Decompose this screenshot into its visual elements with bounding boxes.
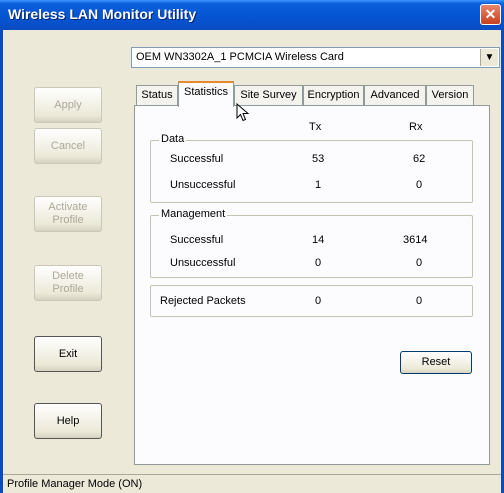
delete-profile-button[interactable]: Delete Profile xyxy=(34,265,102,301)
data-successful-rx: 62 xyxy=(413,153,426,165)
data-successful-label: Successful xyxy=(170,153,224,165)
management-unsuccessful-tx: 0 xyxy=(315,257,322,269)
tab-site-survey[interactable]: Site Survey xyxy=(234,85,303,105)
rejected-packets-tx: 0 xyxy=(315,295,322,307)
data-unsuccessful-tx: 1 xyxy=(315,179,322,191)
data-successful-tx: 53 xyxy=(312,153,325,165)
cancel-button[interactable]: Cancel xyxy=(34,128,102,164)
window-title: Wireless LAN Monitor Utility xyxy=(8,6,197,22)
management-unsuccessful-rx: 0 xyxy=(416,257,423,269)
data-group: Data xyxy=(150,133,473,203)
help-button[interactable]: Help xyxy=(34,403,102,439)
data-unsuccessful-rx: 0 xyxy=(416,179,423,191)
reset-button-label: Reset xyxy=(421,356,451,368)
title-bar: Wireless LAN Monitor Utility ✕ xyxy=(0,0,504,30)
mouse-pointer-icon xyxy=(236,103,250,122)
adapter-select[interactable]: OEM WN3302A_1 PCMCIA Wireless Card ▼ xyxy=(131,47,500,68)
activate-profile-button[interactable]: Activate Profile xyxy=(34,196,102,232)
rejected-packets-rx: 0 xyxy=(416,295,423,307)
rejected-packets-label: Rejected Packets xyxy=(160,295,246,307)
close-icon: ✕ xyxy=(484,6,497,22)
reset-button[interactable]: Reset xyxy=(400,351,472,374)
chevron-down-icon[interactable]: ▼ xyxy=(480,49,498,66)
close-button[interactable]: ✕ xyxy=(480,4,501,25)
data-unsuccessful-label: Unsuccessful xyxy=(170,179,236,191)
window-frame-left xyxy=(0,30,3,493)
management-successful-label: Successful xyxy=(170,234,224,246)
help-button-label: Help xyxy=(56,414,80,427)
rx-column-header: Rx xyxy=(409,121,423,133)
management-group-label: Management xyxy=(159,208,228,220)
cancel-button-label: Cancel xyxy=(50,139,86,152)
management-successful-rx: 3614 xyxy=(403,234,428,246)
tab-advanced[interactable]: Advanced xyxy=(364,85,426,105)
adapter-select-value: OEM WN3302A_1 PCMCIA Wireless Card xyxy=(136,51,344,63)
tab-statistics[interactable]: Statistics xyxy=(178,81,234,107)
management-unsuccessful-label: Unsuccessful xyxy=(170,257,236,269)
data-group-label: Data xyxy=(159,133,187,145)
tab-version[interactable]: Version xyxy=(426,85,474,105)
apply-button[interactable]: Apply xyxy=(34,87,102,123)
exit-button[interactable]: Exit xyxy=(34,336,102,372)
status-bar: Profile Manager Mode (ON) xyxy=(3,474,501,493)
activate-profile-button-label: Activate Profile xyxy=(48,201,88,226)
tx-column-header: Tx xyxy=(309,121,322,133)
tab-encryption[interactable]: Encryption xyxy=(303,85,364,105)
apply-button-label: Apply xyxy=(54,98,82,111)
tab-status[interactable]: Status xyxy=(136,85,178,105)
delete-profile-button-label: Delete Profile xyxy=(52,270,84,295)
status-bar-text: Profile Manager Mode (ON) xyxy=(7,478,143,490)
exit-button-label: Exit xyxy=(58,347,78,360)
management-successful-tx: 14 xyxy=(312,234,325,246)
